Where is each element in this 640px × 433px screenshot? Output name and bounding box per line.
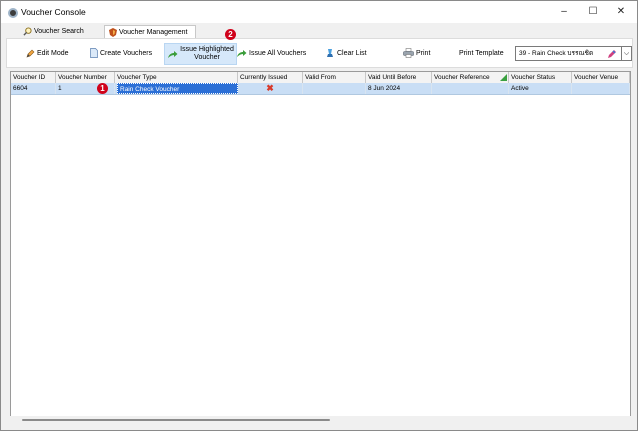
issue-highlighted-label: Issue Highlighted Voucher [180, 46, 234, 61]
printer-icon [403, 48, 414, 58]
sort-indicator-icon [500, 74, 507, 81]
cell-valid-until[interactable]: 8 Jun 2024 [366, 83, 432, 94]
tab-label: Voucher Management [118, 29, 188, 36]
green-arrow-icon [237, 49, 247, 57]
cell-valid-from[interactable] [303, 83, 366, 94]
close-button[interactable]: ✕ [607, 3, 635, 21]
chevron-down-icon[interactable]: ⌵ [621, 46, 632, 61]
print-button[interactable]: Print [403, 45, 430, 62]
green-arrow-icon [168, 51, 178, 58]
issue-all-vouchers-button[interactable]: Issue All Vouchers [236, 45, 306, 62]
window-title: Voucher Console [21, 7, 86, 17]
cell-voucher-reference[interactable] [432, 83, 509, 94]
eraser-icon [327, 49, 333, 58]
annotation-badge-2: 2 [225, 29, 236, 40]
column-header-voucher-type[interactable]: Voucher Type [115, 72, 238, 83]
toolbar: Edit Mode Create Vouchers Issue Highligh… [6, 29, 633, 68]
cell-voucher-id[interactable]: 6604 [11, 83, 56, 94]
issue-highlighted-voucher-button[interactable]: Issue Highlighted Voucher [164, 43, 237, 65]
voucher-console-window: Voucher Console – ☐ ✕ Voucher Search Vou… [0, 0, 638, 431]
column-header-voucher-id[interactable]: Voucher ID [11, 72, 56, 83]
app-icon [8, 8, 18, 18]
clear-list-button[interactable]: Clear List [325, 45, 367, 62]
tab-voucher-management[interactable]: Voucher Management [104, 25, 196, 38]
edit-mode-label: Edit Mode [37, 50, 69, 57]
tab-label: Voucher Search [33, 28, 84, 35]
scrollbar-thumb[interactable] [22, 419, 330, 421]
pencil-icon [26, 49, 35, 58]
column-header-valid-until[interactable]: Vaid Until Before [366, 72, 432, 83]
cell-voucher-venue[interactable] [572, 83, 630, 94]
create-vouchers-button[interactable]: Create Vouchers [90, 45, 152, 62]
print-label: Print [416, 50, 431, 57]
clear-list-label: Clear List [337, 50, 367, 57]
column-header-voucher-status[interactable]: Voucher Status [509, 72, 572, 83]
tab-strip: Voucher Search Voucher Management [1, 23, 637, 38]
magnifier-icon [23, 27, 32, 36]
print-template-select[interactable]: 39 - Rain Check บรรณชิด [515, 46, 622, 61]
title-bar: Voucher Console – ☐ ✕ [1, 1, 637, 23]
create-vouchers-label: Create Vouchers [100, 50, 153, 57]
column-header-valid-from[interactable]: Valid From [303, 72, 366, 83]
issued-x-icon[interactable]: ✖ [238, 83, 303, 94]
column-header-currently-issued[interactable]: Currently Issued [238, 72, 303, 83]
column-header-voucher-number[interactable]: Voucher Number [56, 72, 115, 83]
edit-mode-button[interactable]: Edit Mode [26, 45, 69, 62]
column-header-voucher-venue[interactable]: Voucher Venue [572, 72, 630, 83]
print-template-label: Print Template [459, 50, 504, 57]
maximize-button[interactable]: ☐ [579, 3, 607, 21]
edit-template-icon[interactable] [607, 49, 617, 59]
minimize-button[interactable]: – [550, 3, 578, 21]
annotation-badge-1: 1 [97, 83, 108, 94]
issue-all-label: Issue All Vouchers [249, 50, 307, 57]
voucher-grid: Voucher ID Voucher Number Voucher Type C… [10, 71, 631, 421]
horizontal-scrollbar[interactable] [10, 416, 631, 423]
print-template-value: 39 - Rain Check บรรณชิด [519, 50, 594, 57]
voucher-shield-icon [109, 27, 117, 37]
column-header-voucher-reference[interactable]: Voucher Reference [432, 72, 509, 83]
cell-voucher-status[interactable]: Active [509, 83, 572, 94]
document-icon [90, 48, 98, 59]
cell-voucher-type[interactable]: Rain Check Voucher [117, 83, 238, 94]
tab-voucher-search[interactable]: Voucher Search [19, 25, 88, 38]
